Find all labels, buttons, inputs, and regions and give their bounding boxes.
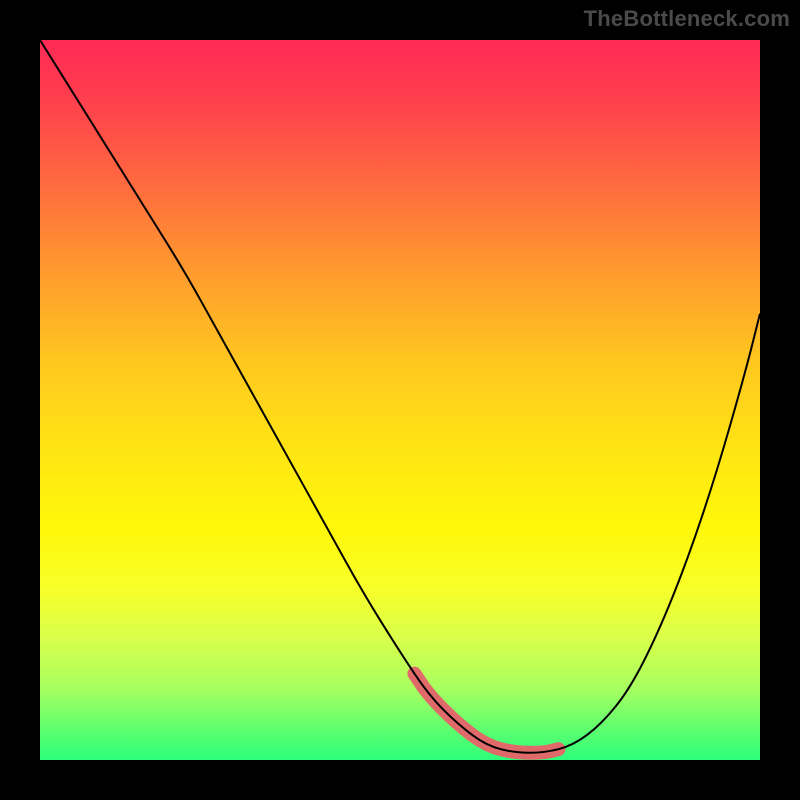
chart-overlay-svg: [40, 40, 760, 760]
optimal-range-highlight: [414, 674, 558, 753]
watermark-text: TheBottleneck.com: [584, 6, 790, 32]
bottleneck-curve-line: [40, 40, 760, 753]
chart-frame: TheBottleneck.com: [0, 0, 800, 800]
